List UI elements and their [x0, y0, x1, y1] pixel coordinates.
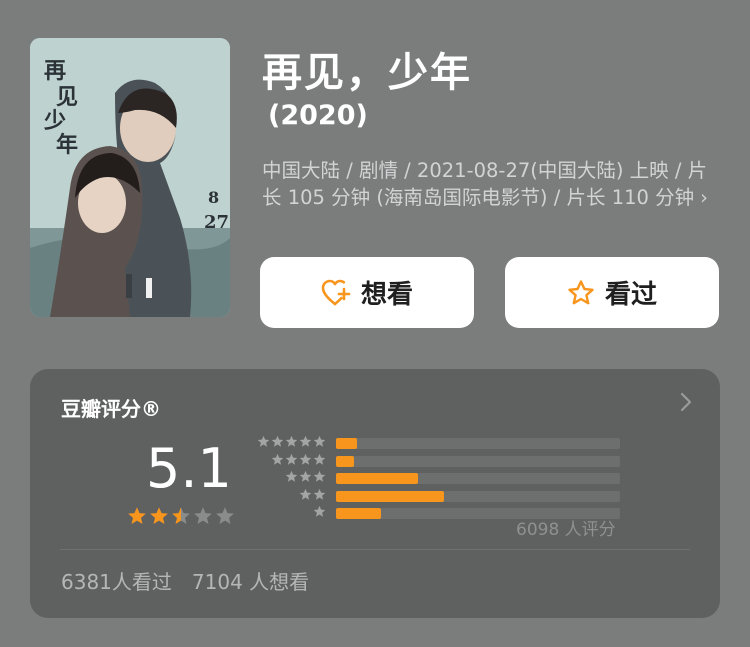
star-icon	[285, 453, 298, 465]
distribution-bar-track	[336, 455, 620, 467]
svg-text:8: 8	[208, 188, 219, 207]
svg-text:见: 见	[56, 84, 78, 110]
movie-title: 再见，少年	[262, 50, 472, 96]
distribution-row-4	[256, 453, 620, 469]
rating-count: 6098 人评分	[516, 520, 616, 540]
want-to-watch-button[interactable]: 想看	[260, 257, 474, 328]
star-icon	[313, 505, 326, 517]
star-icon	[313, 435, 326, 447]
distribution-row-3	[256, 470, 620, 486]
divider	[60, 549, 690, 550]
star-icon	[257, 435, 270, 447]
chevron-right-icon: ›	[700, 186, 708, 209]
star-outline-icon	[568, 279, 594, 304]
distribution-bar-fill	[336, 490, 444, 502]
distribution-row-5	[256, 435, 620, 451]
distribution-bar-fill	[336, 508, 382, 519]
want-label: 想看	[360, 280, 413, 310]
movie-meta[interactable]: 中国大陆 / 剧情 / 2021-08-27(中国大陆) 上映 / 片长 105…	[262, 157, 712, 211]
star-icon	[271, 453, 284, 465]
star-icon	[299, 435, 312, 447]
distribution-row-2	[256, 488, 620, 504]
rating-card[interactable]: 豆瓣评分® 5.1 6098 人评分 6381人看过 7104 人想看	[30, 369, 720, 618]
distribution-bar-track	[336, 490, 620, 502]
star-icon	[194, 507, 212, 524]
rating-score: 5.1	[146, 437, 232, 500]
svg-text:再: 再	[44, 58, 66, 84]
distribution-stars	[313, 505, 326, 518]
star-icon	[313, 453, 326, 465]
distribution-bar-track	[336, 473, 620, 484]
distribution-stars	[299, 488, 326, 501]
poster-artwork: 再 见 少 年 8 27	[30, 38, 230, 317]
seen-label: 看过	[604, 280, 657, 310]
star-icon	[299, 488, 312, 500]
star-icon	[299, 453, 312, 465]
svg-text:27: 27	[204, 212, 229, 233]
distribution-bar-track	[336, 438, 620, 449]
star-icon	[299, 470, 312, 482]
distribution-stars	[271, 453, 326, 466]
rating-title: 豆瓣评分®	[61, 397, 161, 421]
star-icon	[216, 507, 234, 524]
movie-year: (2020)	[268, 100, 368, 131]
seen-count: 6381人看过	[61, 570, 172, 594]
star-icon	[285, 435, 298, 447]
rating-stars	[127, 506, 235, 526]
distribution-bar-fill	[336, 455, 355, 467]
heart-plus-icon	[321, 279, 351, 305]
star-icon	[150, 507, 168, 524]
svg-text:少: 少	[43, 108, 66, 134]
watch-stats: 6381人看过 7104 人想看	[61, 566, 309, 595]
star-icon	[313, 470, 326, 482]
distribution-bar-fill	[336, 438, 358, 449]
distribution-stars	[257, 435, 326, 448]
star-icon	[128, 507, 146, 524]
movie-poster[interactable]: 再 见 少 年 8 27	[30, 38, 230, 317]
star-icon	[172, 507, 190, 524]
distribution-bar-fill	[336, 473, 419, 484]
movie-meta-text: 中国大陆 / 剧情 / 2021-08-27(中国大陆) 上映 / 片长 105…	[262, 159, 708, 209]
star-icon	[271, 435, 284, 447]
star-icon	[313, 488, 326, 500]
chevron-right-icon[interactable]	[680, 392, 692, 412]
star-icon	[285, 470, 298, 482]
svg-text:年: 年	[56, 132, 78, 158]
watched-button[interactable]: 看过	[505, 257, 719, 328]
distribution-stars	[285, 470, 326, 483]
want-count: 7104 人想看	[191, 570, 310, 594]
